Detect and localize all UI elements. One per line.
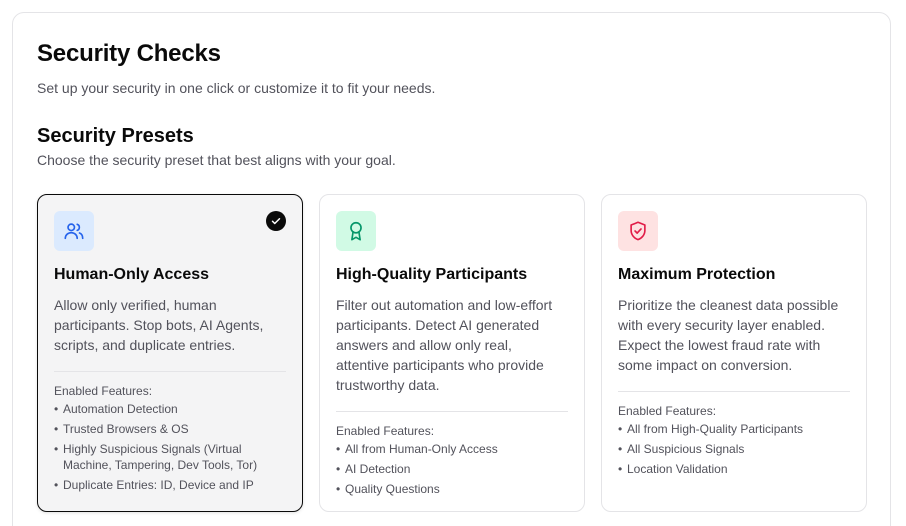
divider [336, 411, 568, 412]
features-label: Enabled Features: [618, 404, 717, 418]
feature-item: Trusted Browsers & OS [54, 421, 286, 437]
feature-item: Quality Questions [336, 481, 568, 497]
preset-card-high-quality-participants[interactable]: High-Quality Participants Filter out aut… [319, 194, 585, 512]
page-subtitle: Set up your security in one click or cus… [37, 80, 436, 96]
preset-card-title: Human-Only Access [54, 266, 210, 283]
preset-card-maximum-protection[interactable]: Maximum Protection Prioritize the cleane… [601, 194, 867, 512]
divider [54, 371, 286, 372]
security-checks-panel: Security Checks Set up your security in … [12, 12, 891, 526]
feature-item: Location Validation [618, 461, 850, 477]
features-list: All from High-Quality Participants All S… [618, 421, 850, 477]
features-label: Enabled Features: [54, 384, 153, 398]
features-list: Automation Detection Trusted Browsers & … [54, 401, 286, 493]
section-subtitle: Choose the security preset that best ali… [37, 152, 396, 168]
preset-card-title: Maximum Protection [618, 266, 776, 283]
feature-item: Highly Suspicious Signals (Virtual Machi… [54, 441, 286, 473]
selected-check-icon [266, 211, 286, 231]
award-icon [336, 211, 376, 251]
features-label: Enabled Features: [336, 424, 435, 438]
page-title: Security Checks [37, 40, 221, 67]
features-list: All from Human-Only Access AI Detection … [336, 441, 568, 497]
feature-item: AI Detection [336, 461, 568, 477]
users-icon [54, 211, 94, 251]
feature-item: All from High-Quality Participants [618, 421, 850, 437]
feature-item: All Suspicious Signals [618, 441, 850, 457]
divider [618, 391, 850, 392]
preset-card-title: High-Quality Participants [336, 266, 528, 283]
preset-card-description: Prioritize the cleanest data possible wi… [618, 297, 839, 373]
feature-item: Duplicate Entries: ID, Device and IP [54, 477, 286, 493]
preset-card-human-only-access[interactable]: Human-Only Access Allow only verified, h… [37, 194, 303, 512]
section-title: Security Presets [37, 125, 194, 147]
shield-check-icon [618, 211, 658, 251]
preset-card-description: Filter out automation and low-effort par… [336, 297, 553, 393]
feature-item: All from Human-Only Access [336, 441, 568, 457]
preset-card-description: Allow only verified, human participants.… [54, 297, 264, 353]
feature-item: Automation Detection [54, 401, 286, 417]
